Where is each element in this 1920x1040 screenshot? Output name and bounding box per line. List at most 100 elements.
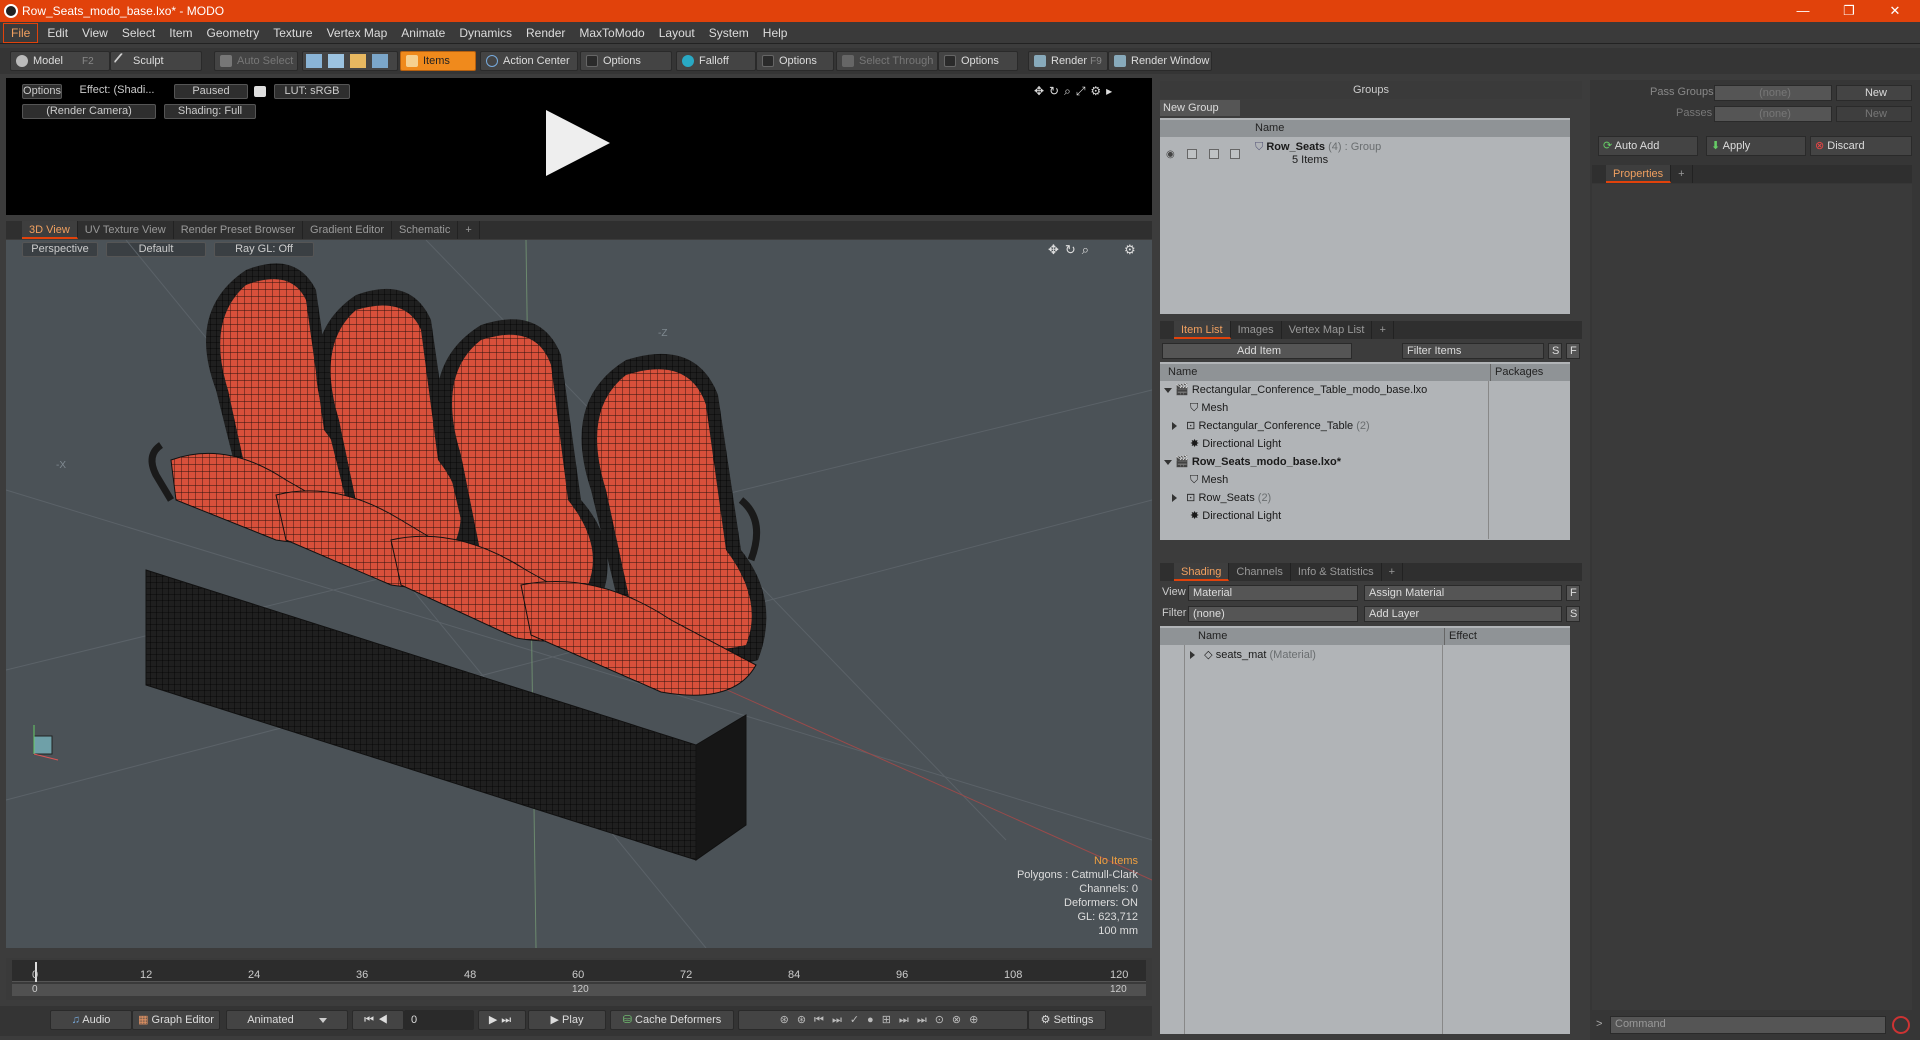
auto-select-button[interactable]: Auto Select	[214, 51, 298, 71]
add-layer-dropdown[interactable]: Add Layer	[1364, 606, 1562, 622]
tab-uv-texture-view[interactable]: UV Texture View	[78, 221, 174, 239]
menu-dynamics[interactable]: Dynamics	[452, 22, 519, 44]
tab-3d-view[interactable]: 3D View	[22, 221, 78, 239]
record-icon[interactable]	[1892, 1016, 1910, 1034]
action-center-button[interactable]: Action Center	[480, 51, 578, 71]
new-pass-button[interactable]: New	[1836, 106, 1912, 122]
render-camera-dropdown[interactable]: (Render Camera)	[22, 104, 156, 119]
play-button[interactable]: ▶ Play	[528, 1010, 606, 1030]
effect-dropdown[interactable]: Effect: (Shadi...	[70, 84, 164, 99]
tab-info-statistics[interactable]: Info & Statistics	[1291, 563, 1382, 581]
model-mode-button[interactable]: Model F2	[10, 51, 110, 71]
minimize-button[interactable]: —	[1780, 0, 1826, 22]
auto-add-button[interactable]: ⟳ Auto Add	[1598, 136, 1698, 156]
tab-shading[interactable]: Shading	[1174, 563, 1230, 581]
item-row-table[interactable]: ⊡ Rectangular_Conference_Table (2)	[1172, 417, 1370, 435]
filter-items-input[interactable]: Filter Items	[1402, 343, 1544, 359]
lock-icon[interactable]	[254, 86, 266, 97]
select-through-button[interactable]: Select Through	[836, 51, 938, 71]
view-dropdown[interactable]: Material	[1188, 585, 1358, 601]
menu-texture[interactable]: Texture	[266, 22, 319, 44]
add-tab-button[interactable]: +	[458, 221, 480, 239]
apply-button[interactable]: ⬇ Apply	[1706, 136, 1806, 156]
add-tab-button[interactable]: +	[1372, 321, 1394, 339]
material-row-seats[interactable]: ◇ seats_mat (Material)	[1190, 646, 1316, 664]
restore-button[interactable]: ❐	[1826, 0, 1872, 22]
select-toggle[interactable]	[1230, 149, 1240, 159]
action-center-options-button[interactable]: Options	[580, 51, 672, 71]
edges-mode-icon[interactable]	[328, 54, 344, 69]
shading-f-button[interactable]: F	[1566, 585, 1580, 601]
menu-layout[interactable]: Layout	[652, 22, 702, 44]
tab-images[interactable]: Images	[1231, 321, 1282, 339]
render-button[interactable]: Render F9	[1028, 51, 1108, 71]
add-tab-button[interactable]: +	[1382, 563, 1404, 581]
tab-item-list[interactable]: Item List	[1174, 321, 1231, 339]
render-window-button[interactable]: Render Window	[1108, 51, 1212, 71]
item-row-mesh[interactable]: ⛉ Mesh	[1190, 399, 1228, 417]
polygons-mode-icon[interactable]	[350, 54, 366, 69]
tab-channels[interactable]: Channels	[1229, 563, 1291, 581]
rewind-controls[interactable]: ⏮◀	[352, 1010, 404, 1030]
animated-dropdown[interactable]: Animated	[226, 1010, 348, 1030]
menu-system[interactable]: System	[702, 22, 756, 44]
paused-button[interactable]: Paused	[174, 84, 248, 99]
search-s-button[interactable]: S	[1548, 343, 1562, 359]
render-toggle[interactable]	[1209, 149, 1219, 159]
assign-material-button[interactable]: Assign Material	[1364, 585, 1562, 601]
menu-help[interactable]: Help	[756, 22, 795, 44]
timeline[interactable]: 0 12 24 36 48 60 72 84 96 108 120 0 120 …	[6, 958, 1152, 1000]
close-button[interactable]: ✕	[1872, 0, 1918, 22]
shading-dropdown[interactable]: Shading: Full	[164, 104, 256, 119]
forward-controls[interactable]: ▶⏭	[478, 1010, 526, 1030]
menu-geometry[interactable]: Geometry	[200, 22, 267, 44]
menu-vertex-map[interactable]: Vertex Map	[320, 22, 395, 44]
lock-toggle[interactable]	[1187, 149, 1197, 159]
tab-gradient-editor[interactable]: Gradient Editor	[303, 221, 392, 239]
search-f-button[interactable]: F	[1566, 343, 1580, 359]
add-item-dropdown[interactable]: Add Item	[1162, 343, 1352, 359]
passes-dropdown[interactable]: (none)	[1714, 106, 1832, 122]
falloff-options-button[interactable]: Options	[756, 51, 834, 71]
menu-animate[interactable]: Animate	[394, 22, 452, 44]
tab-vertex-map-list[interactable]: Vertex Map List	[1282, 321, 1373, 339]
tab-properties[interactable]: Properties	[1606, 165, 1672, 183]
item-row-scene-active[interactable]: 🎬 Row_Seats_modo_base.lxo*	[1164, 453, 1341, 471]
discard-button[interactable]: ⊗ Discard	[1810, 136, 1912, 156]
item-row-row-seats[interactable]: ⊡ Row_Seats (2)	[1172, 489, 1271, 507]
new-group-button[interactable]: New Group	[1160, 100, 1240, 116]
menu-select[interactable]: Select	[115, 22, 162, 44]
shading-s-button[interactable]: S	[1566, 606, 1580, 622]
frame-input[interactable]: 0	[404, 1010, 474, 1030]
preview-options-button[interactable]: Options	[22, 84, 62, 99]
tab-schematic[interactable]: Schematic	[392, 221, 459, 239]
visibility-eye-icon[interactable]: ◉	[1166, 149, 1176, 160]
item-row-scene[interactable]: 🎬 Rectangular_Conference_Table_modo_base…	[1164, 381, 1427, 399]
menu-view[interactable]: View	[75, 22, 115, 44]
pass-groups-dropdown[interactable]: (none)	[1714, 85, 1832, 101]
lut-dropdown[interactable]: LUT: sRGB	[274, 84, 350, 99]
menu-item[interactable]: Item	[162, 22, 199, 44]
menu-file[interactable]: File	[3, 23, 39, 43]
falloff-button[interactable]: Falloff	[676, 51, 756, 71]
key-controls[interactable]: ⊛⊛⏮⏭✓●⊞⏭⏭⊙⊗⊕	[738, 1010, 1028, 1030]
audio-button[interactable]: ♫ Audio	[50, 1010, 132, 1030]
menu-render[interactable]: Render	[519, 22, 572, 44]
items-mode-button[interactable]: Items	[400, 51, 476, 71]
tab-render-preset-browser[interactable]: Render Preset Browser	[174, 221, 304, 239]
filter-dropdown[interactable]: (none)	[1188, 606, 1358, 622]
new-pass-group-button[interactable]: New	[1836, 85, 1912, 101]
materials-mode-icon[interactable]	[372, 54, 388, 69]
item-row-light[interactable]: ✸ Directional Light	[1190, 507, 1281, 525]
cache-deformers-button[interactable]: ⛁ Cache Deformers	[610, 1010, 734, 1030]
graph-editor-button[interactable]: ▦ Graph Editor	[132, 1010, 220, 1030]
settings-button[interactable]: ⚙ Settings	[1028, 1010, 1106, 1030]
add-tab-button[interactable]: +	[1671, 165, 1693, 183]
command-input[interactable]: Command	[1610, 1016, 1886, 1034]
menu-edit[interactable]: Edit	[40, 22, 75, 44]
item-row-mesh[interactable]: ⛉ Mesh	[1190, 471, 1228, 489]
preview-nav-icons[interactable]: ✥↻⌕⤢⚙▸	[1034, 84, 1117, 99]
select-through-options-button[interactable]: Options	[938, 51, 1018, 71]
item-row-light[interactable]: ✸ Directional Light	[1190, 435, 1281, 453]
play-icon[interactable]	[546, 110, 610, 176]
